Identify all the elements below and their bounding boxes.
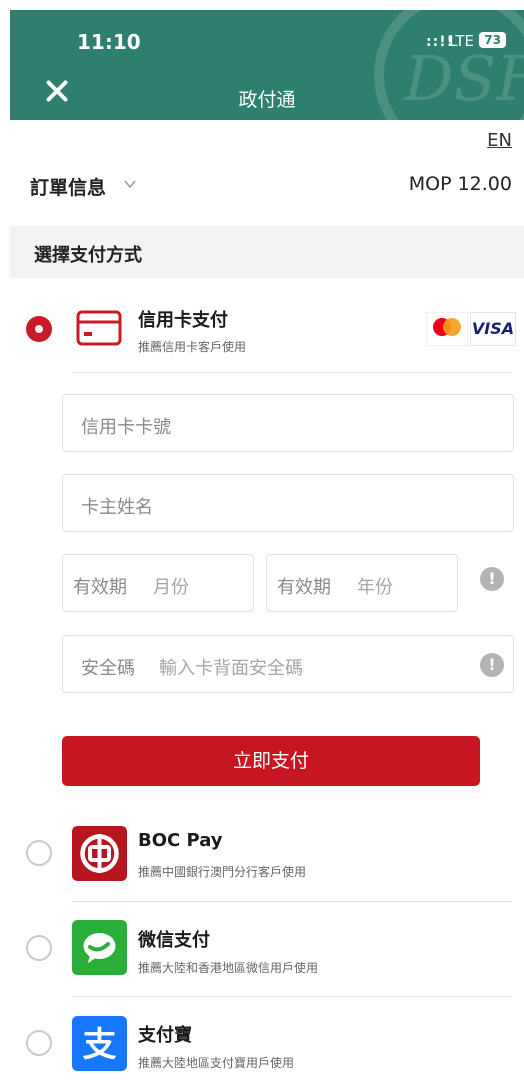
credit-card-icon (76, 310, 122, 346)
order-info-row[interactable]: 訂單信息 MOP 12.00 (30, 170, 512, 200)
expiry-label: 有效期 (73, 577, 127, 598)
payment-method-section-header: 選擇支付方式 (10, 226, 524, 278)
divider (72, 996, 512, 997)
alipay-subtitle: 推薦大陸地區支付寶用戶使用 (138, 1056, 295, 1070)
cvv-info-icon[interactable]: ! (480, 653, 504, 677)
alipay-title: 支付寶 (138, 1025, 192, 1046)
network-type: LTE (449, 32, 474, 50)
expiry-label: 有效期 (277, 577, 331, 598)
cardholder-name-placeholder: 卡主姓名 (81, 497, 153, 518)
divider (72, 901, 512, 902)
alipay-radio[interactable] (26, 1030, 52, 1056)
divider (72, 372, 512, 373)
expiry-month-select[interactable]: 有效期 月份 (62, 554, 254, 612)
credit-card-subtitle: 推薦信用卡客戶使用 (138, 340, 247, 354)
wechat-pay-subtitle: 推薦大陸和香港地區微信用戶使用 (138, 961, 319, 975)
cardholder-name-input[interactable]: 卡主姓名 (62, 474, 514, 532)
card-number-input[interactable]: 信用卡卡號 (62, 394, 514, 452)
status-time: 11:10 (77, 30, 141, 54)
boc-pay-radio[interactable] (26, 840, 52, 866)
svg-text:支: 支 (83, 1025, 117, 1065)
expiry-month-placeholder: 月份 (153, 577, 189, 598)
expiry-year-select[interactable]: 有效期 年份 (266, 554, 458, 612)
page-title: 政付通 (238, 89, 296, 111)
card-number-placeholder: 信用卡卡號 (81, 417, 171, 438)
credit-card-title: 信用卡支付 (138, 310, 228, 331)
visa-logo: VISA (470, 312, 516, 346)
app-header: DSF 11:10 ::!! LTE 73 政付通 (10, 10, 524, 120)
boc-pay-title: BOC Pay (138, 830, 223, 851)
language-toggle[interactable]: EN (487, 130, 512, 151)
chevron-down-icon (124, 180, 136, 189)
battery-icon: 73 (479, 32, 506, 48)
order-amount: MOP 12.00 (408, 173, 512, 195)
wechat-icon (72, 920, 127, 975)
order-info-label: 訂單信息 (30, 177, 107, 199)
wechat-pay-radio[interactable] (26, 935, 52, 961)
section-title: 選擇支付方式 (34, 245, 142, 266)
cvv-placeholder: 輸入卡背面安全碼 (159, 658, 303, 679)
boc-pay-subtitle: 推薦中國銀行澳門分行客戶使用 (138, 865, 307, 879)
cvv-label: 安全碼 (81, 658, 135, 679)
expiry-year-placeholder: 年份 (357, 577, 393, 598)
mastercard-logo (426, 312, 468, 346)
expiry-info-icon[interactable]: ! (480, 567, 504, 591)
wechat-pay-title: 微信支付 (138, 930, 210, 951)
pay-now-button[interactable]: 立即支付 (62, 736, 480, 786)
cvv-input[interactable]: 安全碼 輸入卡背面安全碼 (62, 635, 514, 693)
credit-card-radio[interactable] (26, 316, 52, 342)
boc-icon (72, 826, 127, 881)
alipay-icon: 支 (72, 1016, 127, 1071)
